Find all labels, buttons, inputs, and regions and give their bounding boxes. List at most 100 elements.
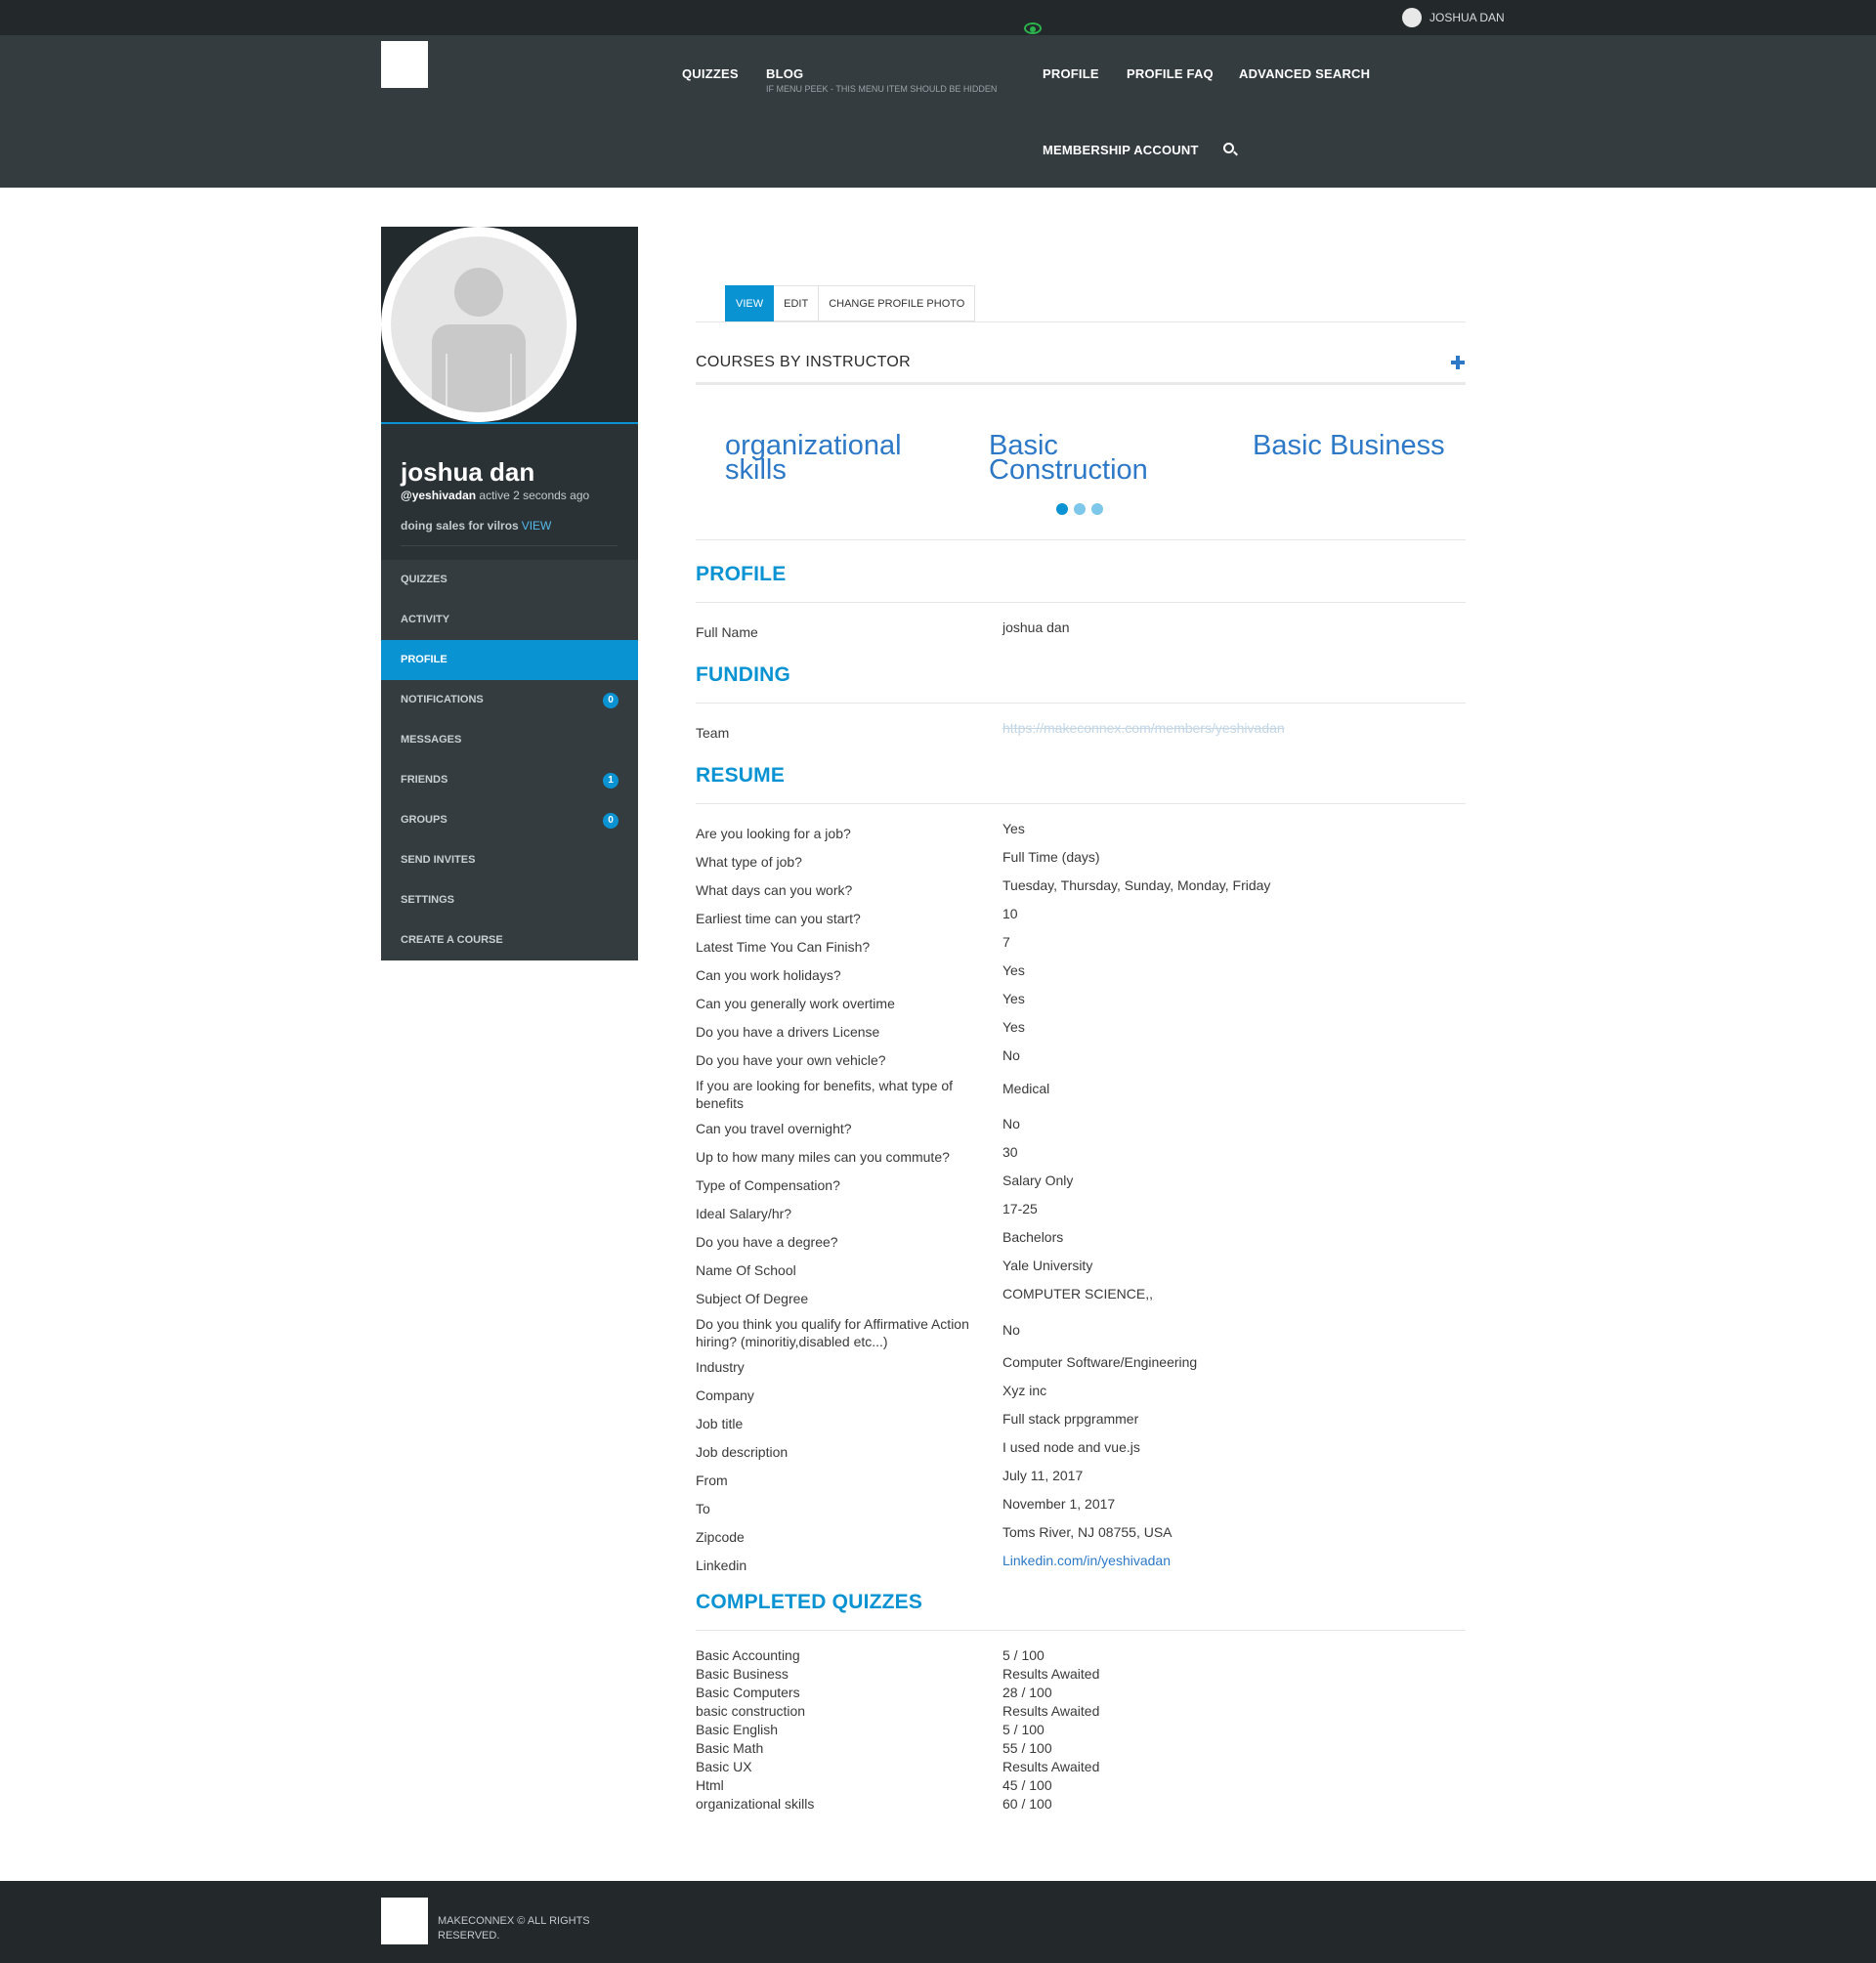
nav-quizzes[interactable]: QUIZZES bbox=[682, 66, 739, 81]
avatar[interactable] bbox=[381, 227, 576, 422]
field-label: Ideal Salary/hr? bbox=[696, 1206, 792, 1221]
quiz-score: 55 / 100 bbox=[1002, 1740, 1052, 1756]
admin-user-menu[interactable]: JOSHUA DAN bbox=[1402, 8, 1505, 27]
nav-blog-subtitle: IF MENU PEEK - THIS MENU ITEM SHOULD BE … bbox=[766, 84, 998, 94]
field-label: From bbox=[696, 1472, 728, 1488]
field-label: Linkedin bbox=[696, 1558, 747, 1573]
nav-membership-account[interactable]: MEMBERSHIP ACCOUNT bbox=[1043, 143, 1199, 157]
quiz-name: Basic English bbox=[696, 1722, 779, 1737]
section-completed-quizzes-heading: COMPLETED QUIZZES bbox=[696, 1591, 923, 1613]
field-value: https://makeconnex.com/members/yeshivada… bbox=[1002, 719, 1285, 737]
user-status-text: doing sales for vilros bbox=[401, 519, 519, 533]
field-label: Team bbox=[696, 725, 730, 741]
admin-bar: JOSHUA DAN bbox=[0, 0, 1876, 35]
user-handle: @yeshivadan bbox=[401, 489, 477, 502]
user-meta: @yeshivadan active 2 seconds ago bbox=[401, 489, 589, 502]
divider bbox=[696, 382, 1466, 385]
field-value: Yes bbox=[1002, 1019, 1025, 1035]
profile-tabs: VIEW EDIT CHANGE PROFILE PHOTO bbox=[725, 285, 976, 321]
sidebar-item-create-a-course[interactable]: CREATE A COURSE bbox=[381, 920, 638, 960]
sidebar-item-label: MESSAGES bbox=[401, 734, 462, 746]
field-label: Name Of School bbox=[696, 1262, 796, 1278]
field-label: If you are looking for benefits, what ty… bbox=[696, 1078, 954, 1111]
field-value: Bachelors bbox=[1002, 1229, 1064, 1245]
carousel-dot[interactable] bbox=[1074, 503, 1086, 515]
quiz-score: 45 / 100 bbox=[1002, 1777, 1052, 1793]
avatar-area bbox=[381, 227, 638, 424]
field-value: 17-25 bbox=[1002, 1201, 1038, 1216]
course-card[interactable]: Basic Construction bbox=[989, 432, 1204, 485]
sidebar-item-friends[interactable]: FRIENDS 1 bbox=[381, 760, 638, 800]
eye-icon[interactable] bbox=[1024, 22, 1042, 34]
quiz-score: 28 / 100 bbox=[1002, 1685, 1052, 1700]
carousel-pagination bbox=[1056, 503, 1103, 515]
section-resume-heading: RESUME bbox=[696, 764, 786, 787]
search-icon[interactable] bbox=[1223, 143, 1234, 153]
status-view-link[interactable]: VIEW bbox=[522, 519, 552, 533]
field-label: Can you generally work overtime bbox=[696, 996, 895, 1011]
quiz-name: Basic Accounting bbox=[696, 1647, 800, 1663]
field-label: Type of Compensation? bbox=[696, 1177, 840, 1193]
sidebar-item-groups[interactable]: GROUPS 0 bbox=[381, 800, 638, 840]
section-funding-heading: FUNDING bbox=[696, 663, 791, 686]
sidebar-item-label: QUIZZES bbox=[401, 574, 448, 585]
sidebar-item-notifications[interactable]: NOTIFICATIONS 0 bbox=[381, 680, 638, 720]
field-label: Job description bbox=[696, 1444, 789, 1460]
divider bbox=[696, 602, 1466, 603]
footer-logo[interactable] bbox=[381, 1898, 428, 1944]
quiz-score: Results Awaited bbox=[1002, 1666, 1100, 1682]
field-label: Can you work holidays? bbox=[696, 967, 841, 983]
tab-edit[interactable]: EDIT bbox=[774, 285, 820, 321]
sidebar-item-activity[interactable]: ACTIVITY bbox=[381, 600, 638, 640]
user-status: doing sales for vilros VIEW bbox=[401, 519, 551, 533]
team-link[interactable]: https://makeconnex.com/members/yeshivada… bbox=[1002, 720, 1285, 736]
carousel-dot[interactable] bbox=[1056, 503, 1068, 515]
nav-advanced-search[interactable]: ADVANCED SEARCH bbox=[1239, 66, 1370, 81]
quiz-score: Results Awaited bbox=[1002, 1703, 1100, 1719]
divider bbox=[696, 1630, 1466, 1631]
sidebar-item-label: GROUPS bbox=[401, 814, 448, 826]
field-value: Full stack prpgrammer bbox=[1002, 1411, 1139, 1427]
field-value: No bbox=[1002, 1116, 1020, 1131]
sidebar-item-send-invites[interactable]: SEND INVITES bbox=[381, 840, 638, 880]
field-value: I used node and vue.js bbox=[1002, 1439, 1140, 1455]
field-label: Earliest time can you start? bbox=[696, 911, 861, 926]
sidebar-item-profile[interactable]: PROFILE bbox=[381, 640, 638, 680]
field-label: Do you have a degree? bbox=[696, 1234, 838, 1250]
site-logo[interactable] bbox=[381, 41, 428, 88]
sidebar-item-settings[interactable]: SETTINGS bbox=[381, 880, 638, 920]
field-label: Job title bbox=[696, 1416, 744, 1431]
avatar-placeholder-icon bbox=[391, 236, 567, 412]
course-card[interactable]: Basic Business bbox=[1253, 432, 1468, 460]
footer-copyright: MAKECONNEX © ALL RIGHTS RESERVED. bbox=[438, 1915, 590, 1942]
field-value: Toms River, NJ 08755, USA bbox=[1002, 1524, 1172, 1540]
user-display-name: joshua dan bbox=[401, 457, 535, 487]
field-value: 30 bbox=[1002, 1144, 1018, 1160]
tab-change-profile-photo[interactable]: CHANGE PROFILE PHOTO bbox=[819, 285, 976, 321]
tab-view[interactable]: VIEW bbox=[725, 285, 775, 321]
sidebar-item-label: SETTINGS bbox=[401, 894, 455, 906]
field-label: Company bbox=[696, 1387, 754, 1403]
sidebar-item-label: SEND INVITES bbox=[401, 854, 476, 866]
nav-blog[interactable]: BLOG bbox=[766, 66, 803, 81]
plus-icon[interactable] bbox=[1451, 356, 1465, 369]
sidebar-item-messages[interactable]: MESSAGES bbox=[381, 720, 638, 760]
quiz-name: organizational skills bbox=[696, 1796, 815, 1812]
field-label: What type of job? bbox=[696, 854, 802, 870]
carousel-dot[interactable] bbox=[1091, 503, 1103, 515]
field-value: No bbox=[1002, 1322, 1020, 1338]
divider bbox=[696, 539, 1466, 540]
linkedin-link[interactable]: Linkedin.com/in/yeshivadan bbox=[1002, 1553, 1171, 1568]
course-card[interactable]: organizational skills bbox=[725, 432, 940, 485]
field-value: 10 bbox=[1002, 906, 1018, 921]
nav-profile[interactable]: PROFILE bbox=[1043, 66, 1099, 81]
field-label: Do you have your own vehicle? bbox=[696, 1052, 886, 1068]
field-value: 7 bbox=[1002, 934, 1010, 950]
field-value: joshua dan bbox=[1002, 619, 1070, 635]
field-value: Yes bbox=[1002, 991, 1025, 1006]
quiz-name: Basic Computers bbox=[696, 1685, 800, 1700]
quiz-score: Results Awaited bbox=[1002, 1759, 1100, 1774]
field-value: Linkedin.com/in/yeshivadan bbox=[1002, 1552, 1171, 1569]
sidebar-item-quizzes[interactable]: QUIZZES bbox=[381, 560, 638, 600]
nav-profile-faq[interactable]: PROFILE FAQ bbox=[1127, 66, 1214, 81]
